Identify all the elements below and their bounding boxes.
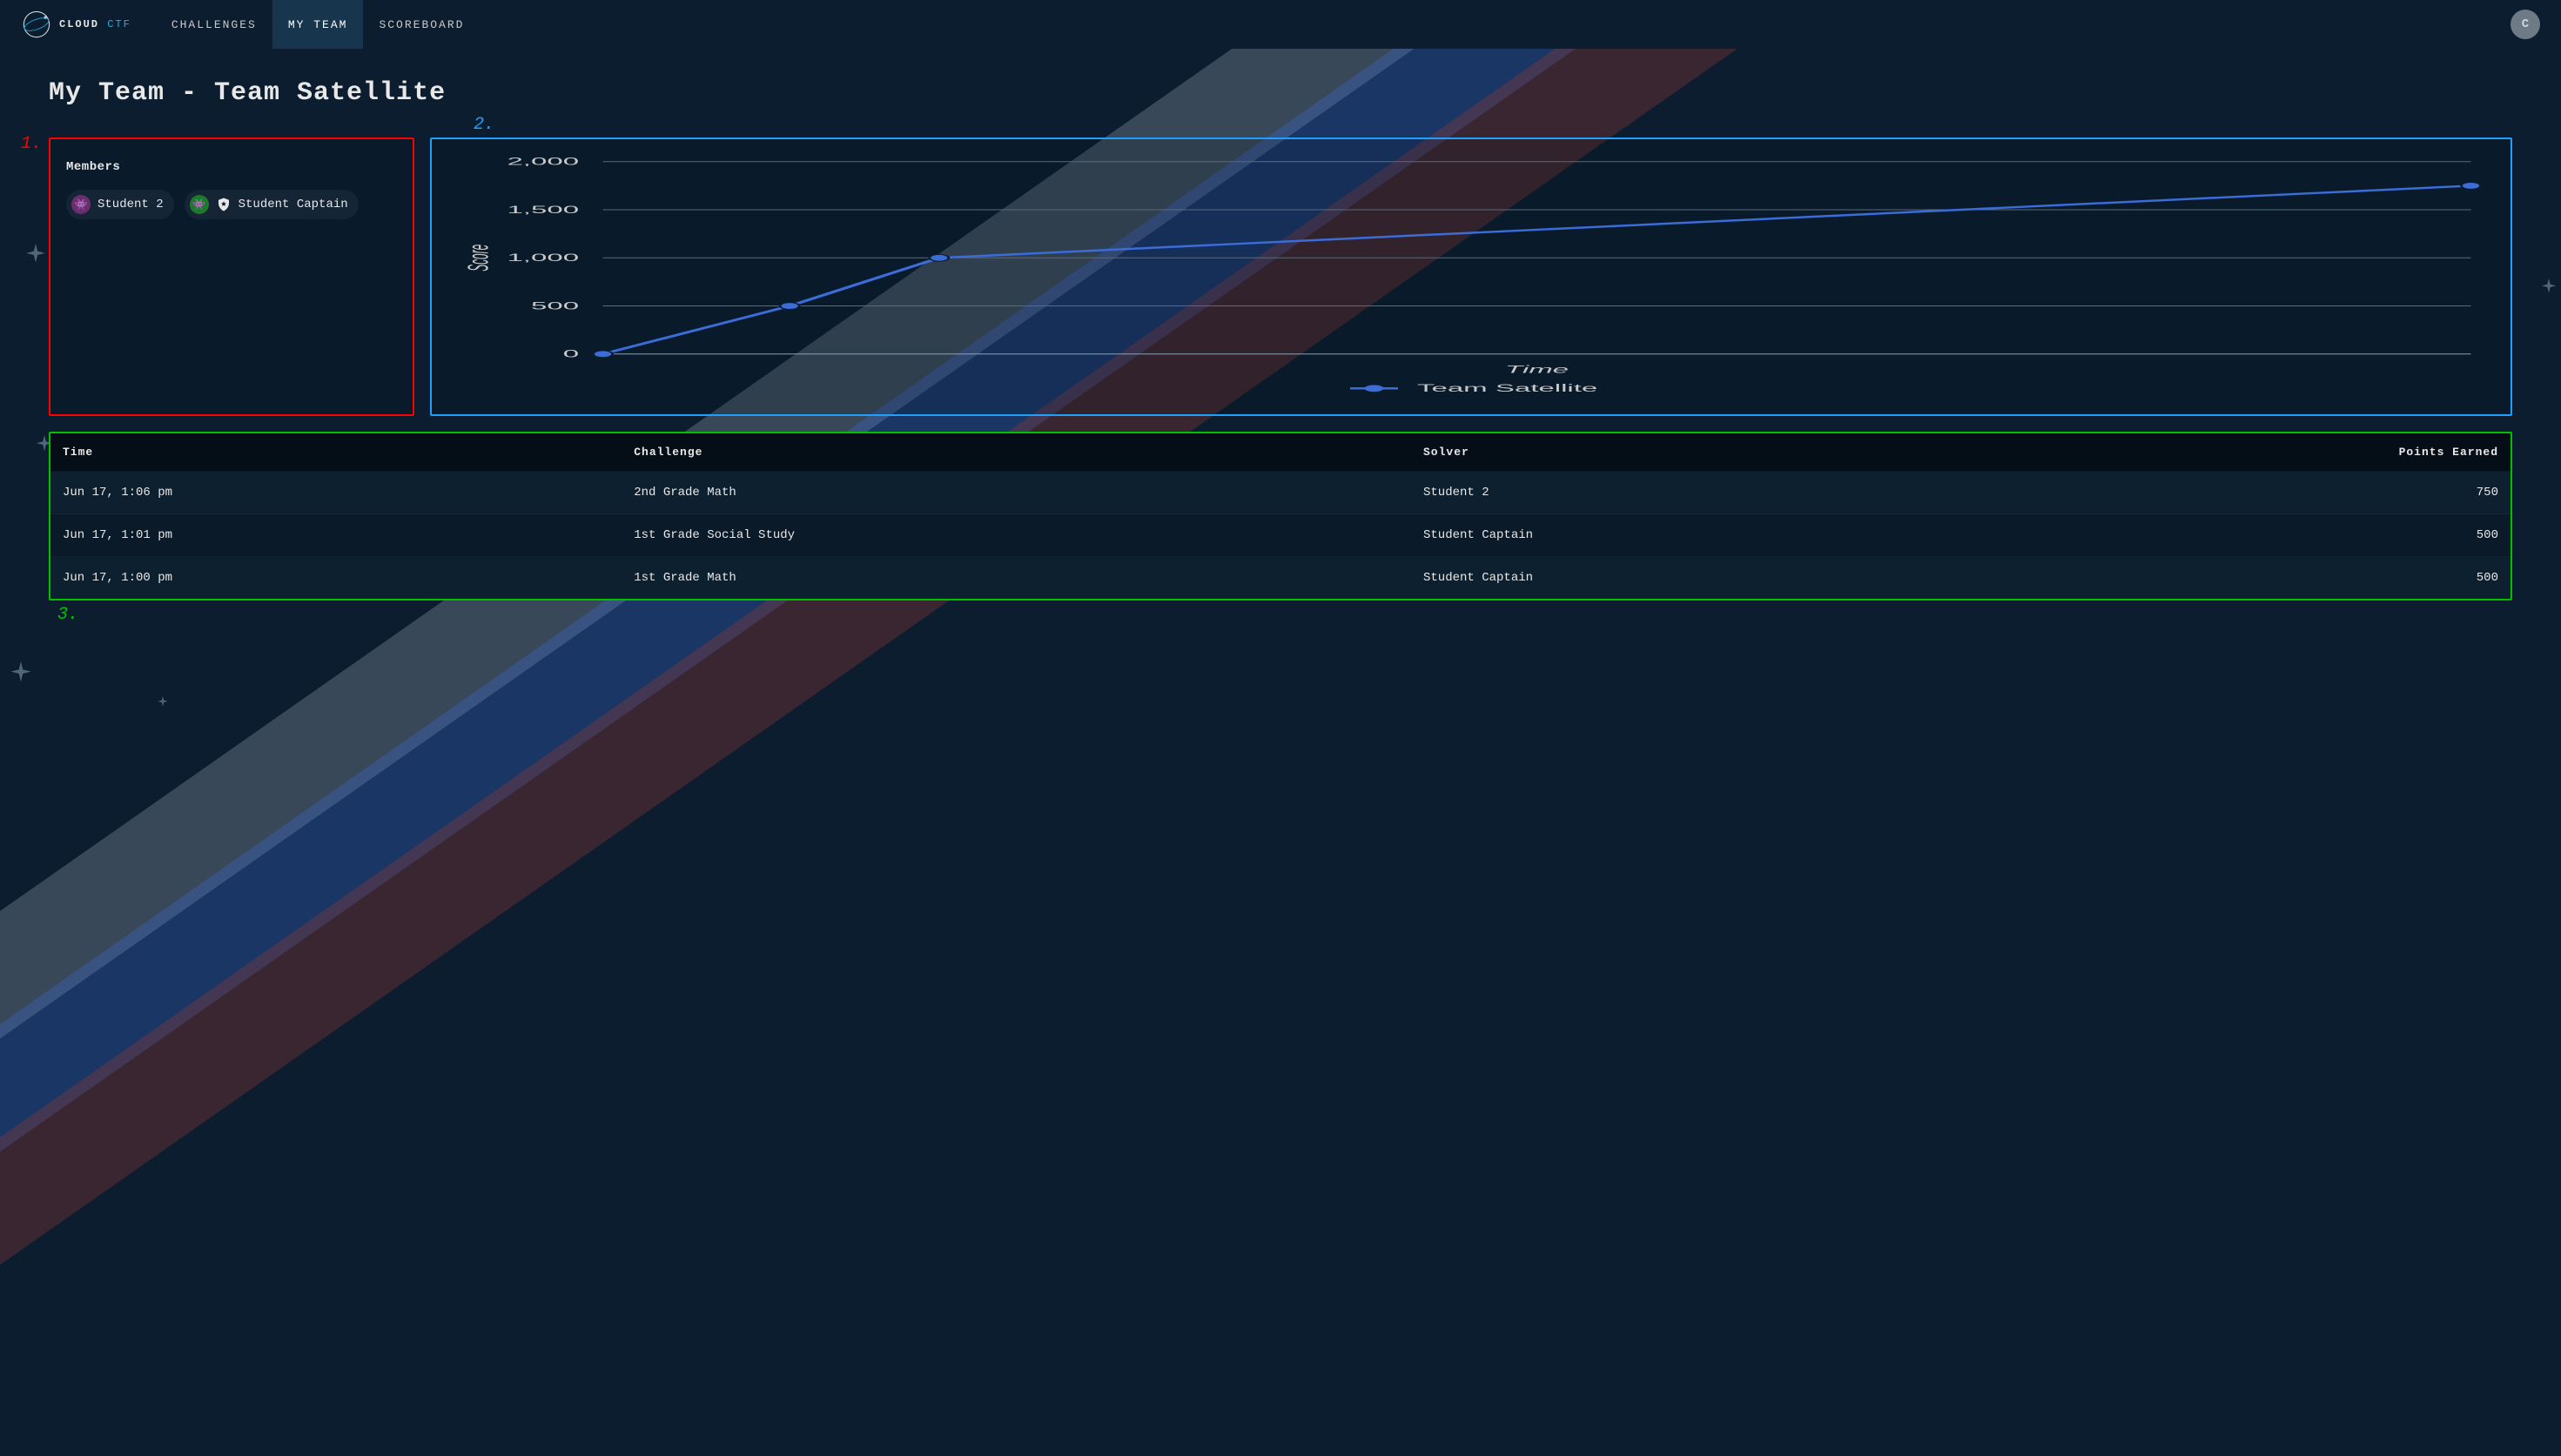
- nav-scoreboard[interactable]: SCOREBOARD: [363, 0, 480, 49]
- table-cell-challenge: 2nd Grade Math: [622, 472, 1411, 514]
- page: My Team - Team Satellite 1. Members 👾 Stu…: [0, 49, 2561, 621]
- logo-text: CLOUD CTF: [59, 18, 131, 30]
- solves-table-panel: 3. TimeChallengeSolverPoints Earned Jun …: [49, 432, 2512, 601]
- member-name: Student 2: [97, 198, 164, 211]
- table-header: Points Earned: [1982, 433, 2511, 472]
- table-header: Time: [50, 433, 622, 472]
- logo-icon: [21, 9, 52, 40]
- svg-text:Team Satellite: Team Satellite: [1417, 383, 1597, 394]
- user-avatar[interactable]: C: [2511, 10, 2540, 39]
- svg-text:0: 0: [563, 349, 579, 360]
- table-cell-time: Jun 17, 1:06 pm: [50, 472, 622, 514]
- captain-badge-icon: [216, 197, 232, 212]
- table-cell-challenge: 1st Grade Social Study: [622, 514, 1411, 557]
- table-cell-challenge: 1st Grade Math: [622, 557, 1411, 600]
- table-row: Jun 17, 1:06 pm2nd Grade MathStudent 275…: [50, 472, 2511, 514]
- table-cell-solver: Student 2: [1411, 472, 1982, 514]
- callout-1: 1.: [21, 134, 42, 154]
- table-cell-points: 500: [1982, 514, 2511, 557]
- logo[interactable]: CLOUD CTF: [21, 9, 131, 40]
- table-cell-points: 750: [1982, 472, 2511, 514]
- nav-my-team[interactable]: MY TEAM: [272, 0, 364, 49]
- member-chip[interactable]: 👾 Student 2: [66, 190, 174, 219]
- table-cell-time: Jun 17, 1:00 pm: [50, 557, 622, 600]
- main-nav: CHALLENGESMY TEAMSCOREBOARD: [156, 0, 481, 49]
- member-avatar-icon: 👾: [71, 195, 91, 214]
- svg-text:1,500: 1,500: [507, 205, 579, 216]
- table-cell-time: Jun 17, 1:01 pm: [50, 514, 622, 557]
- table-row: Jun 17, 1:00 pm1st Grade MathStudent Cap…: [50, 557, 2511, 600]
- table-header: Solver: [1411, 433, 1982, 472]
- svg-text:1,000: 1,000: [507, 252, 579, 264]
- star-decoration: [157, 696, 169, 708]
- solves-table: TimeChallengeSolverPoints Earned Jun 17,…: [50, 433, 2511, 599]
- score-chart: 0 500 1,000 1,500 2,000 Score Time Team Satelli…: [435, 148, 2495, 406]
- callout-3: 3.: [57, 605, 78, 625]
- table-header: Challenge: [622, 433, 1411, 472]
- members-heading: Members: [66, 160, 397, 174]
- members-panel: 1. Members 👾Student 2👾Student Captain: [49, 138, 414, 416]
- svg-text:2,000: 2,000: [507, 157, 579, 168]
- member-chip[interactable]: 👾 Student Captain: [185, 190, 359, 219]
- table-cell-solver: Student Captain: [1411, 514, 1982, 557]
- table-cell-solver: Student Captain: [1411, 557, 1982, 600]
- member-avatar-icon: 👾: [190, 195, 209, 214]
- table-row: Jun 17, 1:01 pm1st Grade Social StudyStu…: [50, 514, 2511, 557]
- star-decoration: [9, 661, 33, 686]
- table-cell-points: 500: [1982, 557, 2511, 600]
- svg-text:Time: Time: [1505, 364, 1569, 375]
- top-bar: CLOUD CTF CHALLENGESMY TEAMSCOREBOARD C: [0, 0, 2561, 49]
- svg-text:Score: Score: [464, 245, 495, 272]
- score-chart-panel: 2. 05001,0001,5002,000ScoreTimeTeam Sate…: [430, 138, 2512, 416]
- member-name: Student Captain: [239, 198, 348, 211]
- callout-2: 2.: [474, 115, 494, 135]
- page-title: My Team - Team Satellite: [49, 78, 2512, 108]
- svg-text:500: 500: [531, 300, 579, 312]
- nav-challenges[interactable]: CHALLENGES: [156, 0, 272, 49]
